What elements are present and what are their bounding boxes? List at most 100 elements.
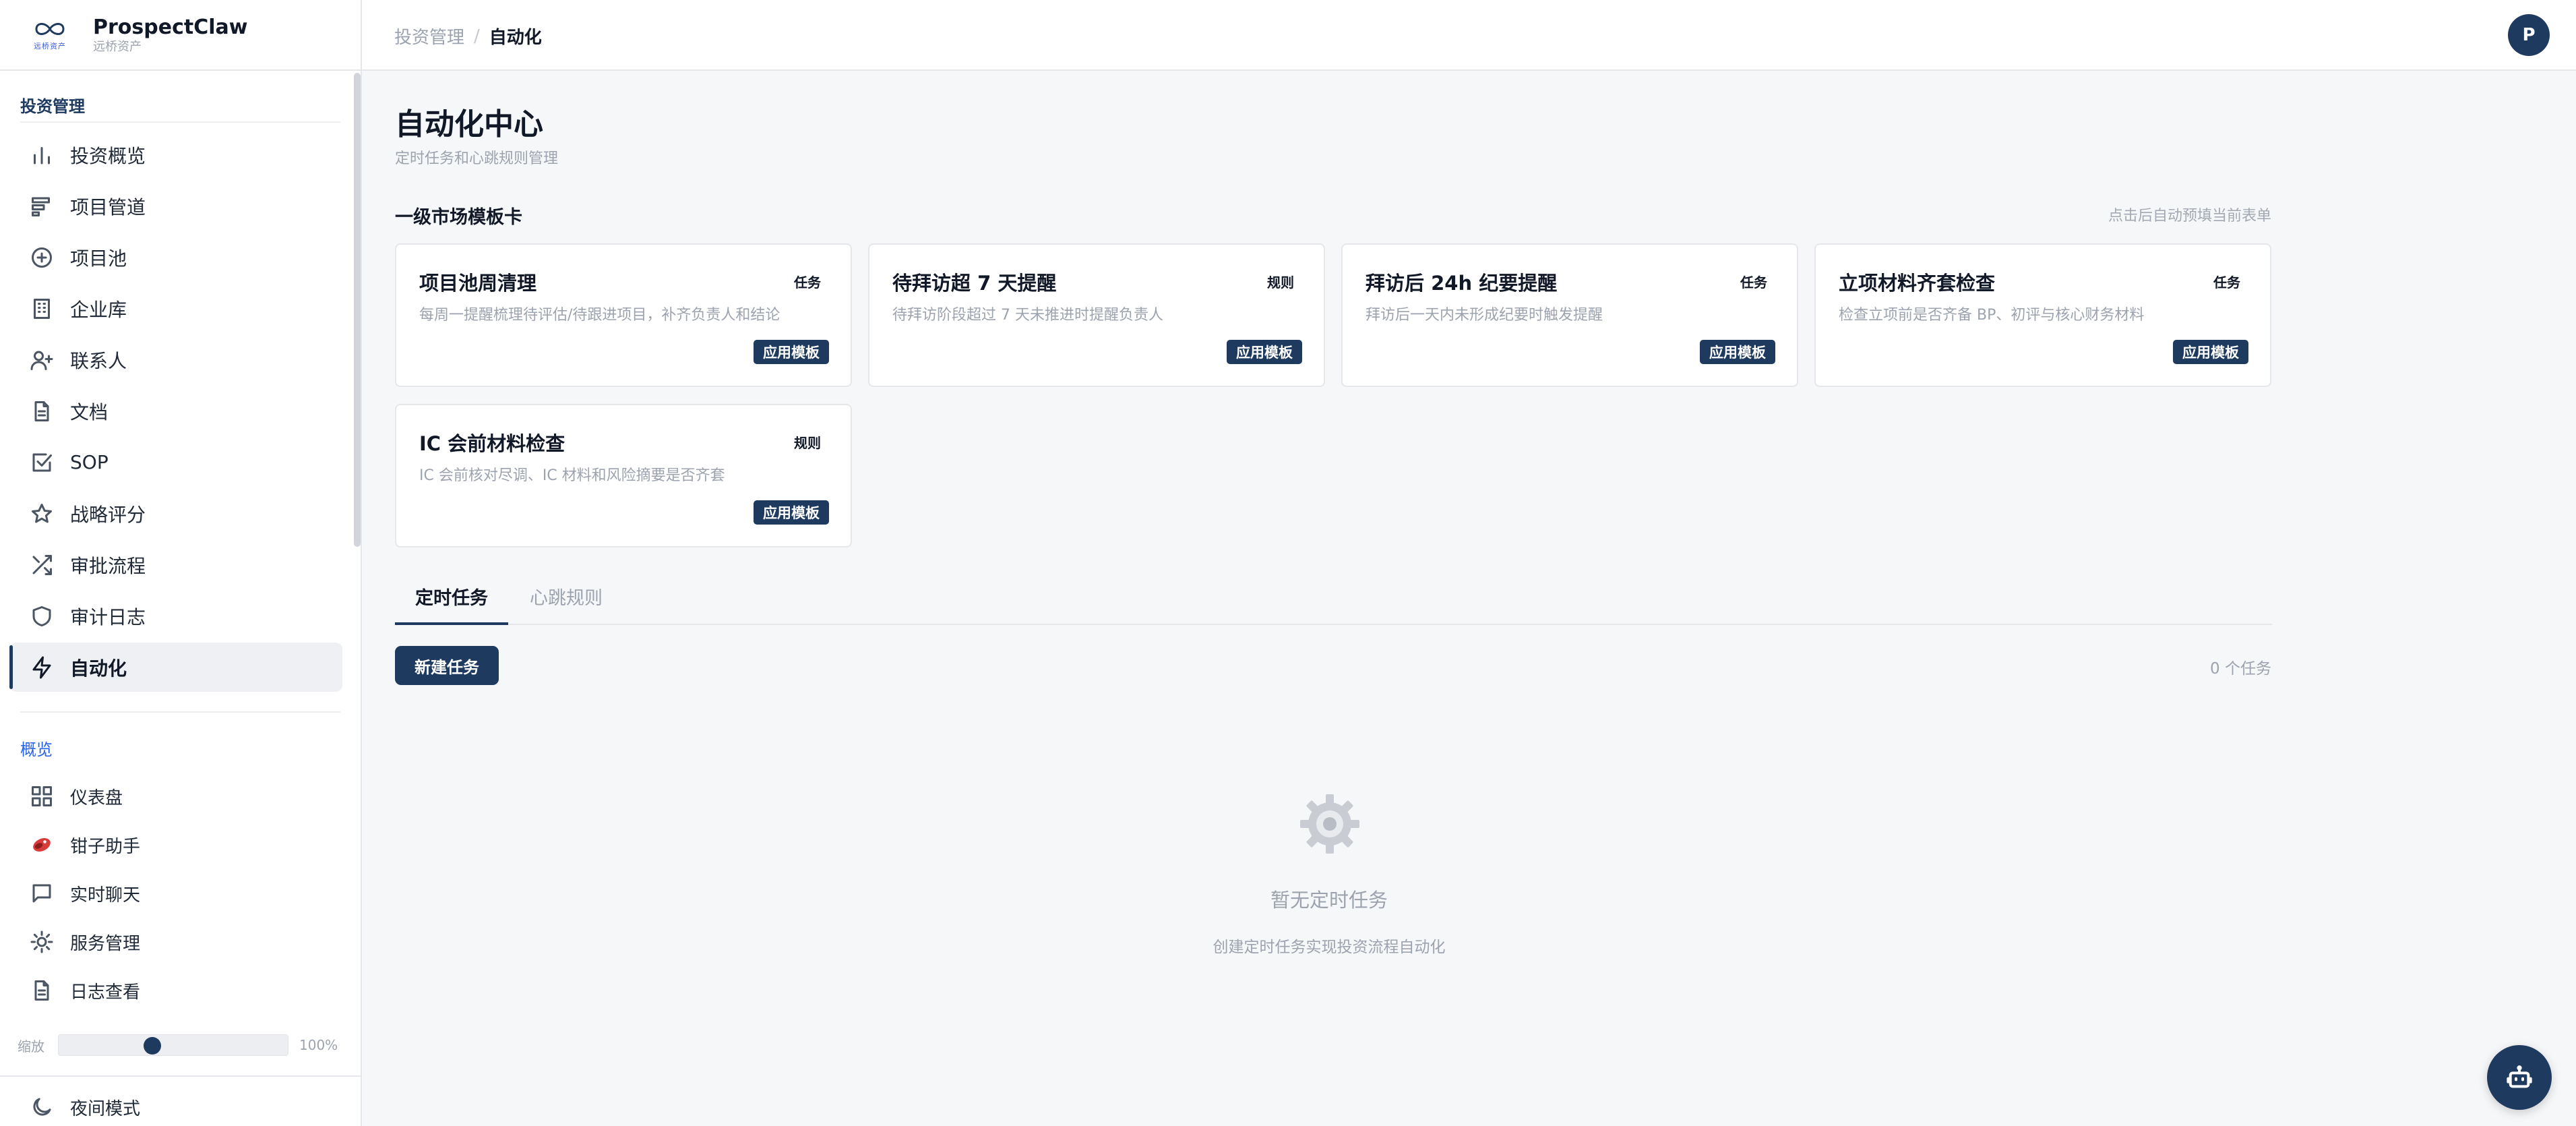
sun-gear-icon [28, 928, 55, 955]
sidebar-item-strategy-score[interactable]: 战略评分 [9, 489, 342, 538]
apply-template-button[interactable]: 应用模板 [754, 500, 829, 525]
pipeline-icon [28, 193, 55, 220]
plus-circle-icon [28, 244, 55, 271]
sidebar-item-label: 审计日志 [70, 605, 146, 628]
sidebar-item-automation[interactable]: 自动化 [9, 643, 342, 692]
apply-template-button[interactable]: 应用模板 [1227, 340, 1302, 364]
sidebar-item-overview[interactable]: 投资概览 [9, 130, 342, 179]
template-card-title: IC 会前材料检查 [419, 432, 565, 455]
document-icon [28, 398, 55, 425]
template-card[interactable]: 待拜访超 7 天提醒 规则 待拜访阶段超过 7 天未推进时提醒负责人 应用模板 [868, 243, 1325, 387]
template-card-title: 立项材料齐套检查 [1839, 272, 1996, 295]
template-card-badge: 任务 [2213, 274, 2240, 291]
apply-template-button[interactable]: 应用模板 [754, 340, 829, 364]
sidebar-item-label: 实时聊天 [70, 885, 141, 906]
sidebar-item-label: 服务管理 [70, 933, 141, 954]
tab-scheduled-tasks[interactable]: 定时任务 [395, 583, 508, 625]
brand-logo: 远桥资产 [27, 18, 73, 53]
sidebar-item-label: 自动化 [70, 657, 127, 680]
sidebar-item-contacts[interactable]: 联系人 [9, 335, 342, 384]
sidebar-item-label: 日志查看 [70, 982, 141, 1003]
sidebar-item-label: 项目管道 [70, 196, 146, 218]
template-card-description: 每周一提醒梳理待评估/待跟进项目，补齐负责人和结论 [419, 307, 780, 324]
page-title: 自动化中心 [395, 107, 543, 142]
template-card-badge: 任务 [1740, 274, 1767, 291]
template-card[interactable]: IC 会前材料检查 规则 IC 会前核对尽调、IC 材料和风险摘要是否齐套 应用… [395, 404, 852, 547]
breadcrumb-separator: / [474, 26, 480, 47]
user-plus-icon [28, 347, 55, 374]
template-card-badge: 规则 [794, 435, 821, 451]
sidebar-item-companies[interactable]: 企业库 [9, 284, 342, 333]
sidebar-item-label: SOP [70, 451, 109, 473]
sidebar-item-label: 战略评分 [70, 503, 146, 526]
top-header: 投资管理 / 自动化 P [362, 0, 2576, 71]
lightning-icon [28, 654, 55, 681]
tab-heartbeat-rules[interactable]: 心跳规则 [530, 583, 603, 610]
sidebar-item-label: 企业库 [70, 298, 127, 321]
brand-name: ProspectClaw [93, 15, 248, 39]
sidebar-item-live-chat[interactable]: 实时聊天 [9, 870, 342, 916]
breadcrumb: 投资管理 / 自动化 [394, 24, 542, 49]
templates-hint: 点击后自动预填当前表单 [2108, 208, 2271, 225]
user-avatar[interactable]: P [2508, 14, 2550, 56]
section-divider [0, 1075, 361, 1077]
infinity-logo-icon [35, 22, 65, 35]
night-mode-label: 夜间模式 [70, 1098, 141, 1119]
new-task-button[interactable]: 新建任务 [395, 646, 499, 685]
breadcrumb-parent[interactable]: 投资管理 [394, 24, 464, 49]
sidebar-item-documents[interactable]: 文档 [9, 386, 342, 436]
automation-tabs: 定时任务 心跳规则 [395, 570, 2272, 625]
assistant-float-button[interactable] [2487, 1045, 2552, 1110]
check-square-icon [28, 449, 55, 476]
star-icon [28, 500, 55, 527]
sidebar-item-dashboard[interactable]: 仪表盘 [9, 773, 342, 819]
sidebar-item-label: 投资概览 [70, 144, 146, 167]
template-card-description: IC 会前核对尽调、IC 材料和风险摘要是否齐套 [419, 467, 725, 484]
template-card[interactable]: 立项材料齐套检查 任务 检查立项前是否齐备 BP、初评与核心财务材料 应用模板 [1814, 243, 2271, 387]
sidebar-item-label: 审批流程 [70, 554, 146, 577]
shield-icon [28, 603, 55, 630]
sidebar-section-investment: 投资管理 [20, 97, 85, 116]
claw-icon [28, 831, 55, 858]
sidebar-item-label: 项目池 [70, 247, 127, 270]
template-card-title: 待拜访超 7 天提醒 [892, 272, 1057, 295]
sidebar-item-log-viewer[interactable]: 日志查看 [9, 968, 342, 1013]
sidebar-scrollbar[interactable] [354, 73, 361, 547]
moon-icon [28, 1094, 55, 1121]
grid-icon [28, 783, 55, 810]
bar-chart-icon [28, 142, 55, 169]
section-divider [20, 121, 340, 123]
sidebar-item-label: 钳子助手 [70, 836, 141, 857]
sidebar-item-pipeline[interactable]: 项目管道 [9, 181, 342, 231]
sidebar-item-approval[interactable]: 审批流程 [9, 540, 342, 589]
sidebar-item-project-pool[interactable]: 项目池 [9, 233, 342, 282]
template-card[interactable]: 项目池周清理 任务 每周一提醒梳理待评估/待跟进项目，补齐负责人和结论 应用模板 [395, 243, 852, 387]
brand-subtitle: 远桥资产 [93, 39, 142, 54]
apply-template-button[interactable]: 应用模板 [1700, 340, 1775, 364]
template-card-title: 项目池周清理 [419, 272, 537, 295]
sidebar-item-audit-log[interactable]: 审计日志 [9, 591, 342, 641]
template-card-description: 拜访后一天内未形成纪要时触发提醒 [1366, 307, 1603, 324]
template-card[interactable]: 拜访后 24h 纪要提醒 任务 拜访后一天内未形成纪要时触发提醒 应用模板 [1341, 243, 1798, 387]
robot-icon [2507, 1065, 2532, 1088]
sidebar-item-label: 联系人 [70, 349, 127, 372]
breadcrumb-current: 自动化 [489, 28, 542, 48]
apply-template-button[interactable]: 应用模板 [2173, 340, 2248, 364]
building-icon [28, 295, 55, 322]
brand-header[interactable]: 远桥资产 ProspectClaw 远桥资产 [0, 0, 361, 71]
sidebar-item-service-management[interactable]: 服务管理 [9, 919, 342, 965]
zoom-slider-thumb[interactable] [144, 1037, 161, 1055]
night-mode-toggle[interactable]: 夜间模式 [9, 1084, 342, 1126]
document-icon [28, 977, 55, 1004]
sidebar-item-label: 仪表盘 [70, 788, 123, 808]
template-card-badge: 任务 [794, 274, 821, 291]
template-card-badge: 规则 [1267, 274, 1294, 291]
sidebar-item-claw-assistant[interactable]: 钳子助手 [9, 822, 342, 868]
template-card-description: 待拜访阶段超过 7 天未推进时提醒负责人 [892, 307, 1163, 324]
templates-section-title: 一级市场模板卡 [395, 207, 522, 228]
sidebar-item-sop[interactable]: SOP [9, 438, 342, 487]
page-subtitle: 定时任务和心跳规则管理 [395, 150, 559, 167]
brand-logo-text: 远桥资产 [34, 41, 66, 51]
section-divider [20, 711, 340, 713]
zoom-slider[interactable] [58, 1034, 288, 1056]
